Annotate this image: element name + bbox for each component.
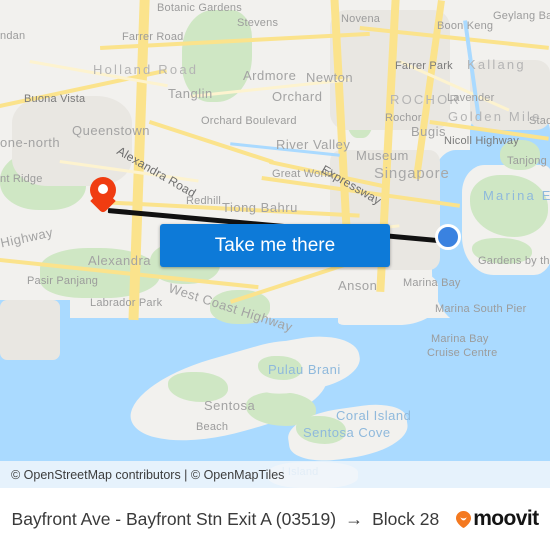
map-label: Marina Bay xyxy=(403,277,461,289)
map-label: Queenstown xyxy=(72,123,150,138)
map-label: Marina East xyxy=(483,188,550,203)
map-label: Golden Mile xyxy=(448,109,542,124)
map-label: Bugis xyxy=(411,124,447,139)
map-label: Tanjong Rh xyxy=(507,155,550,167)
map-label: Boon Keng xyxy=(437,20,494,32)
map-urban-sw xyxy=(0,300,60,360)
origin-pin-icon[interactable] xyxy=(90,177,116,214)
map-label: Cruise Centre xyxy=(427,347,498,359)
map-label: Geylang Bahru xyxy=(493,10,550,22)
map-label: Orchard xyxy=(272,89,323,104)
moovit-map-share-card: Botanic Gardens Stevens Novena Boon Keng Gey… xyxy=(0,0,550,550)
arrow-right-icon: → xyxy=(345,508,364,529)
map-label: Sentosa xyxy=(204,398,256,413)
map-label: Gardens by the Bay xyxy=(478,255,550,267)
map-label: Pulau Brani xyxy=(268,362,341,377)
map-label: Stevens xyxy=(237,17,279,29)
map-label: River Valley xyxy=(276,137,351,152)
map-label: Buona Vista xyxy=(24,93,86,105)
map-label: Singapore xyxy=(374,165,450,182)
map-label: Marina Bay xyxy=(431,333,489,345)
trip-destination-label: Block 28 xyxy=(372,508,440,529)
moovit-pin-icon xyxy=(456,510,472,528)
map-label: Sentosa Cove xyxy=(303,425,391,440)
map-label: Alexandra xyxy=(88,253,152,268)
trip-summary-footer: Bayfront Ave - Bayfront Stn Exit A (0351… xyxy=(0,488,550,550)
map-label: Kallang xyxy=(467,57,526,72)
map-label: Nicoll Highway xyxy=(444,135,519,147)
map-label: Botanic Gardens xyxy=(157,2,242,14)
map-label: Coral Island xyxy=(336,408,412,423)
moovit-logo[interactable]: moovit xyxy=(456,507,539,531)
map-label: Anson xyxy=(338,278,378,293)
map-label: Farrer Road xyxy=(122,31,184,43)
map-label: Farrer Park xyxy=(395,60,453,72)
map-label: Rochor xyxy=(385,112,422,124)
map-label: Tanglin xyxy=(168,86,213,101)
map-attribution-bar: © OpenStreetMap contributors | © OpenMap… xyxy=(0,461,550,488)
map-label: Museum xyxy=(356,148,409,163)
map-label: Ardmore xyxy=(243,68,297,83)
map-label: Orchard Boulevard xyxy=(201,115,297,127)
map-label: Lavender xyxy=(447,92,495,104)
map-label: Marina South Pier xyxy=(435,303,527,315)
map-label: Novena xyxy=(341,13,381,25)
map-label: ndan xyxy=(0,30,26,42)
map-label: one-north xyxy=(0,135,61,150)
map-label: Labrador Park xyxy=(90,297,163,309)
map-label: Tiong Bahru xyxy=(222,200,298,215)
origin-pin-hole xyxy=(98,184,108,194)
map-label: Holland Road xyxy=(93,62,199,77)
take-me-there-label: Take me there xyxy=(214,234,336,256)
map-label: nt Ridge xyxy=(0,173,43,185)
take-me-there-button[interactable]: Take me there xyxy=(160,224,390,267)
map-label: Beach xyxy=(196,421,229,433)
map-label: Redhill xyxy=(186,195,222,207)
map-attribution-text[interactable]: © OpenStreetMap contributors | © OpenMap… xyxy=(0,468,284,482)
map-label: Newton xyxy=(306,70,354,85)
moovit-wordmark: moovit xyxy=(473,507,539,530)
map-label: Pasir Panjang xyxy=(27,275,99,287)
trip-origin-label: Bayfront Ave - Bayfront Stn Exit A (0351… xyxy=(11,508,337,529)
map-canvas[interactable]: Botanic Gardens Stevens Novena Boon Keng Gey… xyxy=(0,0,550,488)
destination-dot-icon[interactable] xyxy=(435,224,461,250)
